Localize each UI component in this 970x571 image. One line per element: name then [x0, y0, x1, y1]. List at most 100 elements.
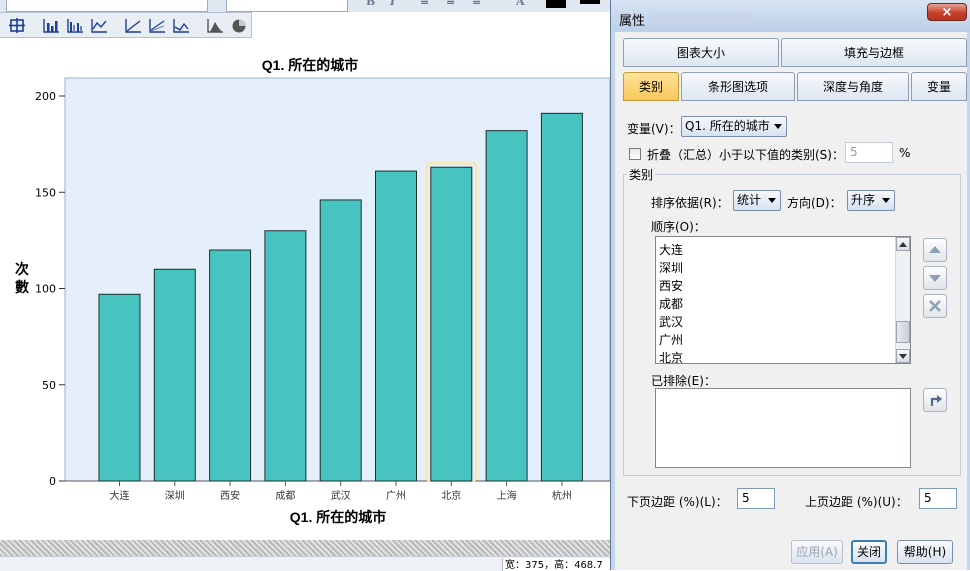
move-down-button[interactable] [923, 266, 947, 290]
x-tick-label: 大连 [110, 489, 130, 502]
bar [430, 166, 473, 482]
chart-canvas[interactable]: Q1. 所在的城市 Q1. 所在的城市 次數 0 50 100 150 200 大连 深圳 西安 成都… [0, 38, 610, 540]
italic-icon[interactable]: I [390, 0, 395, 8]
variable-select-value: Q1. 所在的城市 [685, 119, 770, 133]
apply-button[interactable]: 应用(A) [791, 540, 843, 564]
list-item[interactable]: 大连 [659, 241, 683, 258]
dialog-body: 图表大小 填充与边框 类别 条形图选项 深度与角度 变量 变量(V)： Q1. … [615, 32, 967, 570]
properties-dialog: 属性 × 图表大小 填充与边框 类别 条形图选项 深度与角度 变量 变量(V)：… [610, 0, 970, 570]
order-list[interactable]: 大连 深圳 西安 成都 武汉 广州 北京 [655, 236, 911, 364]
list-item[interactable]: 深圳 [659, 259, 683, 276]
pie-icon[interactable] [230, 17, 248, 34]
order-list-scrollbar[interactable] [895, 237, 910, 363]
y-tick-label: 100 [35, 283, 56, 296]
scroll-thumb[interactable] [896, 321, 910, 343]
tab-fill-border[interactable]: 填充与边框 [781, 38, 967, 67]
bar [153, 268, 196, 482]
upper-margin-input[interactable]: 5 [919, 488, 957, 509]
line-chart-icon[interactable] [90, 17, 108, 34]
y-tick-label: 150 [35, 186, 56, 199]
grouped-bar-icon[interactable] [66, 17, 84, 34]
bar-chart[interactable]: Q1. 所在的城市Q1. 所在的城市次數050100150200大连 深圳 西安 成都… [0, 38, 610, 540]
collapse-percent-unit: % [899, 146, 911, 160]
close-icon[interactable]: × [927, 3, 967, 21]
list-item[interactable]: 西安 [659, 277, 683, 294]
move-up-icon [929, 246, 941, 253]
direction-label: 方向(D)： [787, 196, 842, 210]
bar [540, 112, 583, 482]
variable-label: 变量(V)： [627, 122, 681, 136]
tab-depth-angle[interactable]: 深度与角度 [797, 72, 909, 101]
dialog-title-obscured [651, 12, 751, 24]
tab-categories[interactable]: 类别 [623, 72, 679, 101]
move-up-button[interactable] [923, 238, 947, 262]
collapse-label: 折叠（汇总）小于以下值的类别(S)： [647, 148, 844, 162]
mountain-icon[interactable] [206, 17, 224, 34]
tab-variables[interactable]: 变量 [911, 72, 967, 101]
font-name-field[interactable] [6, 0, 208, 12]
scroll-up-icon[interactable] [896, 237, 910, 251]
variable-select[interactable]: Q1. 所在的城市 [681, 116, 787, 137]
y-tick-label: 0 [49, 475, 56, 488]
area-icon[interactable] [172, 17, 190, 34]
tab-chart-size[interactable]: 图表大小 [623, 38, 779, 67]
collapse-percent-input[interactable]: 5 [845, 142, 893, 163]
list-item[interactable]: 武汉 [659, 313, 683, 330]
excluded-label: 已排除(E)： [651, 374, 716, 388]
x-axis-title: Q1. 所在的城市 [290, 509, 386, 525]
chevron-down-icon [882, 198, 890, 203]
excluded-list[interactable] [655, 388, 911, 468]
list-item[interactable]: 成都 [659, 295, 683, 312]
delete-button[interactable] [923, 294, 947, 318]
tab-bar-options[interactable]: 条形图选项 [681, 72, 795, 101]
align-center-icon[interactable]: ≡ [446, 0, 455, 8]
font-size-field[interactable] [226, 0, 348, 12]
bold-icon[interactable]: B [366, 0, 375, 8]
x-tick-label: 武汉 [331, 489, 351, 502]
help-button[interactable]: 帮助(H) [897, 540, 953, 564]
bar [264, 230, 307, 482]
editor-divider [0, 540, 610, 556]
chart-title: Q1. 所在的城市 [262, 57, 358, 73]
text-color-icon[interactable]: A [516, 0, 525, 8]
chevron-down-icon [768, 198, 776, 203]
x-tick-label: 上海 [497, 489, 517, 502]
bar [209, 249, 252, 482]
collapse-checkbox[interactable] [629, 148, 641, 160]
restore-button[interactable] [923, 388, 947, 412]
x-tick-label: 北京 [441, 489, 461, 502]
categories-group-title: 类别 [627, 166, 656, 183]
bar-chart-icon[interactable] [42, 17, 60, 34]
bar [319, 199, 362, 482]
dialog-titlebar[interactable]: 属性 × [611, 0, 970, 32]
align-left-icon[interactable]: ≡ [420, 0, 429, 8]
scatter-fit-icon[interactable] [148, 17, 166, 34]
chart-type-toolbar [0, 12, 252, 38]
grid-icon[interactable] [8, 17, 26, 34]
dialog-title: 属性 [619, 14, 646, 29]
move-down-icon [929, 275, 941, 282]
close-button[interactable]: 关闭 [851, 540, 887, 564]
y-tick-label: 200 [35, 90, 56, 103]
delete-icon [929, 300, 941, 312]
sort-by-select[interactable]: 统计 [733, 190, 781, 211]
direction-value: 升序 [851, 193, 876, 207]
bar [485, 130, 528, 482]
lower-margin-label: 下页边距 (%)(L)： [627, 495, 728, 509]
x-tick-label: 广州 [386, 490, 406, 502]
y-axis-title: 次數 [15, 261, 29, 296]
list-item[interactable]: 北京 [659, 349, 683, 363]
x-tick-label: 深圳 [165, 490, 185, 502]
fill-color-swatch[interactable] [546, 0, 566, 8]
scatter-icon[interactable] [124, 17, 142, 34]
bar [98, 293, 141, 482]
line-color-swatch[interactable] [580, 0, 600, 4]
direction-select[interactable]: 升序 [847, 190, 895, 211]
list-item[interactable]: 广州 [659, 331, 683, 348]
align-right-icon[interactable]: ≡ [472, 0, 481, 8]
x-tick-label: 西安 [220, 489, 240, 502]
sort-by-label: 排序依据(R)： [651, 196, 729, 210]
scroll-down-icon[interactable] [896, 349, 910, 363]
y-tick-label: 50 [42, 379, 56, 392]
lower-margin-input[interactable]: 5 [737, 488, 775, 509]
